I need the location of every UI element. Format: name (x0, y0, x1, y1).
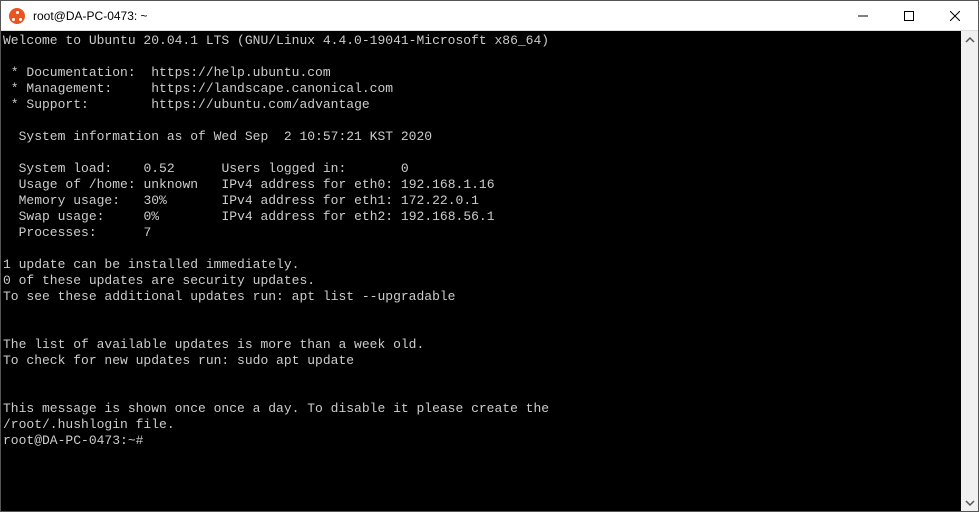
load-value: 0.52 (143, 161, 174, 176)
scroll-down-button[interactable] (961, 494, 978, 511)
swap-label: Swap usage: (3, 209, 104, 224)
users-label: Users logged in: (221, 161, 346, 176)
updates-3: To see these additional updates run: apt… (3, 289, 455, 304)
ip0-value: 192.168.1.16 (401, 177, 495, 192)
ubuntu-icon (9, 8, 25, 24)
ip0-label: IPv4 address for eth0: (221, 177, 393, 192)
ip1-label: IPv4 address for eth1: (221, 193, 393, 208)
users-value: 0 (401, 161, 409, 176)
scroll-up-button[interactable] (961, 31, 978, 48)
support-label: * Support: (3, 97, 89, 112)
proc-value: 7 (143, 225, 151, 240)
titlebar[interactable]: root@DA-PC-0473: ~ (1, 1, 978, 31)
close-button[interactable] (932, 1, 978, 30)
ip2-value: 192.168.56.1 (401, 209, 495, 224)
hush-1: This message is shown once once a day. T… (3, 401, 549, 416)
swap-value: 0% (143, 209, 159, 224)
stale-1: The list of available updates is more th… (3, 337, 424, 352)
ip1-value: 172.22.0.1 (401, 193, 479, 208)
minimize-button[interactable] (840, 1, 886, 30)
ip2-label: IPv4 address for eth2: (221, 209, 393, 224)
mem-label: Memory usage: (3, 193, 120, 208)
prompt-path: ~ (128, 433, 136, 448)
home-value: unknown (143, 177, 198, 192)
proc-label: Processes: (3, 225, 97, 240)
support-url: https://ubuntu.com/advantage (151, 97, 369, 112)
stale-2: To check for new updates run: sudo apt u… (3, 353, 354, 368)
client-area: Welcome to Ubuntu 20.04.1 LTS (GNU/Linux… (1, 31, 978, 511)
scrollbar[interactable] (961, 31, 978, 511)
doc-url: https://help.ubuntu.com (151, 65, 330, 80)
terminal-window: root@DA-PC-0473: ~ Welcome to Ubuntu 20.… (0, 0, 979, 512)
home-label: Usage of /home: (3, 177, 136, 192)
updates-1: 1 update can be installed immediately. (3, 257, 299, 272)
hush-2: /root/.hushlogin file. (3, 417, 175, 432)
doc-label: * Documentation: (3, 65, 136, 80)
maximize-button[interactable] (886, 1, 932, 30)
motd-welcome: Welcome to Ubuntu 20.04.1 LTS (GNU/Linux… (3, 33, 549, 48)
mgmt-label: * Management: (3, 81, 112, 96)
prompt-userhost: root@DA-PC-0473 (3, 433, 120, 448)
updates-2: 0 of these updates are security updates. (3, 273, 315, 288)
window-controls (840, 1, 978, 30)
terminal-output[interactable]: Welcome to Ubuntu 20.04.1 LTS (GNU/Linux… (1, 31, 961, 511)
window-title: root@DA-PC-0473: ~ (33, 9, 840, 23)
mgmt-url: https://landscape.canonical.com (151, 81, 393, 96)
mem-value: 30% (143, 193, 166, 208)
prompt-symbol: # (136, 433, 144, 448)
sysinfo-header: System information as of Wed Sep 2 10:57… (3, 129, 432, 144)
load-label: System load: (3, 161, 112, 176)
